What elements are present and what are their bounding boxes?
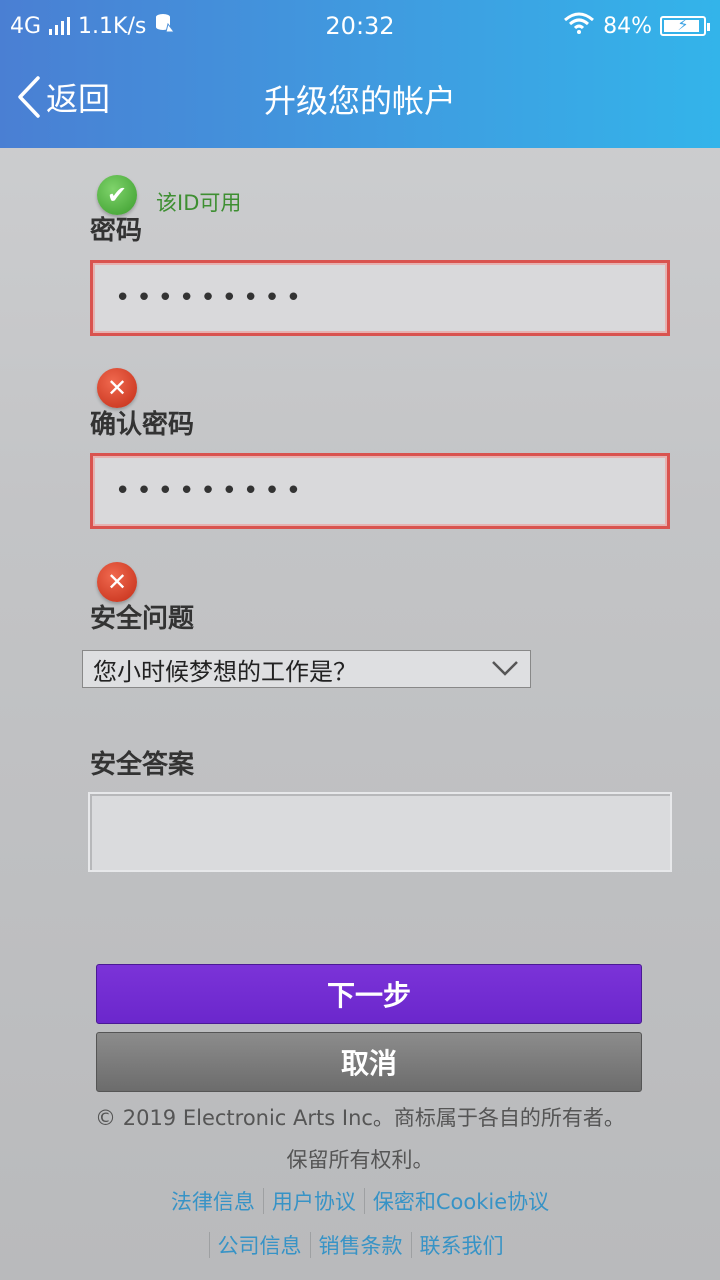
error-icon: ✕ <box>97 368 137 408</box>
password-field[interactable]: ••••••••• <box>90 260 670 336</box>
user-agreement-link[interactable]: 用户协议 <box>264 1186 364 1216</box>
check-icon: ✔ <box>97 175 137 215</box>
password-label: 密码 <box>90 216 143 246</box>
security-question-label: 安全问题 <box>90 604 195 634</box>
security-answer-label: 安全答案 <box>90 750 195 780</box>
battery-percent: 84% <box>603 13 652 39</box>
security-question-select[interactable]: 您小时候梦想的工作是？ <box>82 650 531 688</box>
wifi-icon <box>563 12 595 40</box>
privacy-cookie-link[interactable]: 保密和Cookie协议 <box>365 1186 557 1216</box>
security-question-value: 您小时候梦想的工作是？ <box>93 657 357 686</box>
legal-info-link[interactable]: 法律信息 <box>163 1186 263 1216</box>
footer-links-row1: 法律信息 用户协议 保密和Cookie协议 <box>0 1186 720 1216</box>
contact-us-link[interactable]: 联系我们 <box>412 1230 512 1260</box>
confirm-password-label: 确认密码 <box>90 410 195 440</box>
back-button[interactable]: 返回 <box>16 74 110 120</box>
back-label: 返回 <box>46 80 111 118</box>
copyright-text: © 2019 Electronic Arts Inc。商标属于各自的所有者。 <box>95 1106 625 1130</box>
id-status-text: 该ID可用 <box>156 191 242 215</box>
footer-links-row2: 公司信息 销售条款 联系我们 <box>0 1230 720 1260</box>
status-bar: 4G 1.1K/s 20:32 84% ⚡ <box>0 0 720 50</box>
security-answer-input[interactable] <box>88 792 672 872</box>
navigation-bar: 返回 升级您的帐户 <box>0 62 720 134</box>
chevron-left-icon <box>18 76 40 118</box>
battery-icon: ⚡ <box>660 15 710 36</box>
app-header: 4G 1.1K/s 20:32 84% ⚡ 返回 升级您的帐户 <box>0 0 720 148</box>
error-icon: ✕ <box>97 562 137 602</box>
terms-of-sale-link[interactable]: 销售条款 <box>311 1230 411 1260</box>
rights-text: 保留所有权利。 <box>286 1148 434 1172</box>
cancel-button[interactable]: 取消 <box>96 1032 642 1092</box>
next-button[interactable]: 下一步 <box>96 964 642 1024</box>
confirm-password-field[interactable]: ••••••••• <box>90 453 670 529</box>
company-info-link[interactable]: 公司信息 <box>210 1230 310 1260</box>
chevron-down-icon <box>492 661 518 676</box>
